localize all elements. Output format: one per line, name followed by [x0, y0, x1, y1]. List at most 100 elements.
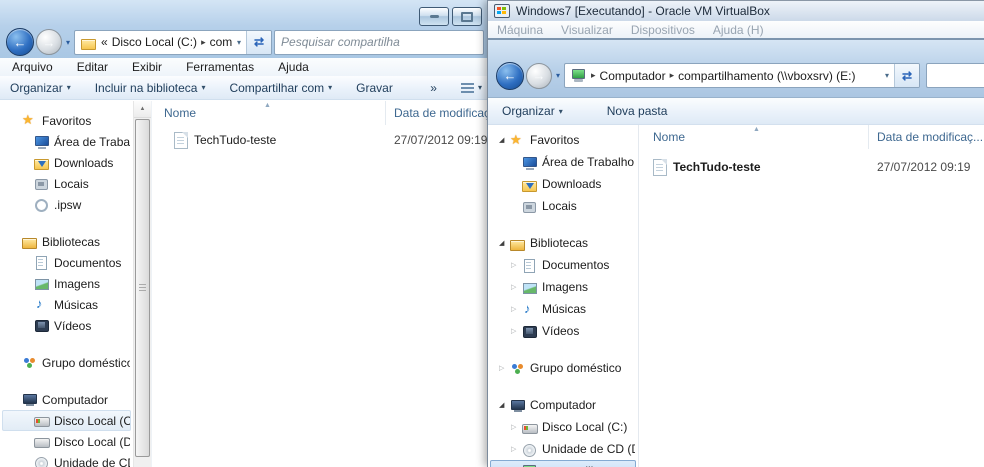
library-icon [510, 236, 526, 251]
explorer-window-host: ← → ▾ « Disco Local (C:) ▸ compartilhame… [0, 0, 490, 467]
expander-collapsed-icon[interactable]: ▷ [511, 261, 522, 269]
expander-expanded-icon[interactable]: ◢ [499, 401, 510, 409]
sidebar-item-rea-de-trabalho[interactable]: Área de Trabalho [2, 131, 131, 152]
scroll-up-button[interactable]: ▲ [134, 101, 151, 118]
sidebar-item-downloads[interactable]: Downloads [490, 173, 636, 195]
toolbar-overflow-button[interactable]: » [430, 81, 437, 95]
expander-expanded-icon[interactable]: ◢ [499, 136, 510, 144]
sidebar-item-documentos[interactable]: Documentos [2, 252, 131, 273]
maximize-button[interactable] [452, 7, 482, 26]
expander-collapsed-icon[interactable]: ▷ [511, 305, 522, 313]
chevron-down-icon: ▾ [201, 83, 206, 92]
history-dropdown-icon[interactable]: ▾ [556, 71, 560, 80]
sidebar-item-favoritos[interactable]: ◢ Favoritos [490, 129, 636, 151]
sidebar-item-disco-local-c[interactable]: ▷ Disco Local (C:) [490, 416, 636, 438]
address-dropdown-icon[interactable]: ▾ [232, 38, 246, 47]
sidebar-item-v-deos[interactable]: Vídeos [2, 315, 131, 336]
sidebar-item-v-deos[interactable]: ▷ Vídeos [490, 320, 636, 342]
history-dropdown-icon[interactable]: ▾ [66, 38, 70, 47]
breadcrumb-separator-icon: ▸ [669, 70, 675, 80]
expander-collapsed-icon[interactable]: ▷ [511, 423, 522, 431]
music-icon [522, 301, 538, 317]
sidebar-item-bibliotecas[interactable]: ◢ Bibliotecas [490, 232, 636, 254]
menu-ajuda[interactable]: Ajuda [278, 60, 309, 74]
desktop-icon [522, 155, 538, 170]
share-with-button[interactable]: Compartilhar com ▾ [229, 81, 332, 95]
expander-expanded-icon[interactable]: ◢ [499, 239, 510, 247]
sidebar-item-imagens[interactable]: ▷ Imagens [490, 276, 636, 298]
menu-arquivo[interactable]: Arquivo [12, 60, 53, 74]
search-input[interactable] [926, 63, 984, 88]
file-row[interactable]: TechTudo-teste 27/07/2012 09:19 [639, 157, 984, 177]
star-icon [22, 112, 38, 128]
vbox-menu-dispositivos[interactable]: Dispositivos [631, 23, 695, 37]
include-in-library-button[interactable]: Incluir na biblioteca ▾ [95, 81, 206, 95]
sidebar-item-rea-de-trabalho[interactable]: Área de Trabalho [490, 151, 636, 173]
vbox-menu-visualizar[interactable]: Visualizar [561, 23, 613, 37]
vbox-title-bar[interactable]: Windows7 [Executando] - Oracle VM Virtua… [488, 0, 984, 21]
menu-ferramentas[interactable]: Ferramentas [186, 60, 254, 74]
sidebar-item-label: Locais [54, 176, 89, 191]
sidebar-scrollbar[interactable]: ▲ [133, 101, 151, 467]
sidebar-item-grupo-dom-stico[interactable]: ▷ Grupo doméstico [490, 357, 636, 379]
views-icon [460, 82, 474, 93]
new-folder-button[interactable]: Nova pasta [607, 104, 668, 118]
breadcrumb-share[interactable]: compartilhamento (\\vboxsrv) (E:) [678, 69, 855, 83]
sidebar-item-computador[interactable]: ◢ Computador [490, 394, 636, 416]
refresh-button[interactable]: ⇄ [894, 64, 919, 87]
burn-button[interactable]: Gravar [356, 81, 393, 95]
sidebar-item-compartilhamento[interactable]: ▷compartilhamento ( [490, 460, 636, 467]
search-input[interactable]: Pesquisar compartilha [274, 29, 485, 55]
sidebar-item-documentos[interactable]: ▷ Documentos [490, 254, 636, 276]
menu-editar[interactable]: Editar [77, 60, 108, 74]
sidebar-item-locais[interactable]: Locais [490, 195, 636, 217]
navigation-pane: Favoritos Área de Trabalho Downloads Locais… [0, 101, 133, 467]
address-dropdown-icon[interactable]: ▾ [880, 71, 894, 80]
address-field[interactable]: « Disco Local (C:) ▸ compartilhamento ▾ … [74, 29, 273, 55]
expander-collapsed-icon[interactable]: ▷ [511, 283, 522, 291]
vbox-menu-maquina[interactable]: Máquina [497, 23, 543, 37]
sidebar-item-ipsw[interactable]: .ipsw [2, 194, 131, 215]
expander-collapsed-icon[interactable]: ▷ [511, 445, 522, 453]
sidebar-item-imagens[interactable]: Imagens [2, 273, 131, 294]
expander-collapsed-icon[interactable]: ▷ [499, 364, 510, 372]
address-field[interactable]: ▸ Computador ▸ compartilhamento (\\vboxs… [564, 63, 920, 88]
menu-exibir[interactable]: Exibir [132, 60, 162, 74]
homegroup-icon [510, 361, 526, 376]
column-header-date[interactable]: Data de modificaç... [386, 101, 490, 125]
sidebar-item-unidade-de-cd-d-v[interactable]: ▷ Unidade de CD (D:) V [490, 438, 636, 460]
breadcrumb-folder[interactable]: compartilhamento [210, 35, 232, 49]
sidebar-item-favoritos[interactable]: Favoritos [2, 110, 131, 131]
forward-button[interactable]: → [526, 62, 552, 89]
sidebar-item-m-sicas[interactable]: Músicas [2, 294, 131, 315]
back-button[interactable]: ← [6, 28, 34, 56]
sidebar-item-disco-local-c[interactable]: Disco Local (C:) [2, 410, 131, 431]
file-row[interactable]: TechTudo-teste 27/07/2012 09:19 [152, 130, 490, 150]
forward-button[interactable]: → [36, 29, 62, 55]
virtualbox-window: Windows7 [Executando] - Oracle VM Virtua… [487, 0, 984, 467]
breadcrumb-computer[interactable]: Computador [600, 69, 666, 83]
refresh-button[interactable]: ⇄ [246, 30, 272, 54]
chevron-down-icon: ▾ [558, 106, 563, 116]
sidebar-item-downloads[interactable]: Downloads [2, 152, 131, 173]
organize-button[interactable]: Organizar ▾ [10, 81, 71, 95]
sidebar-item-disco-local-d[interactable]: Disco Local (D:) [2, 431, 131, 452]
guest-address-bar: ← → ▾ ▸ Computador ▸ compartilhamento (\… [488, 40, 984, 98]
vbox-menu-ajuda[interactable]: Ajuda (H) [713, 23, 764, 37]
minimize-button[interactable] [419, 7, 449, 26]
expander-collapsed-icon[interactable]: ▷ [511, 327, 522, 335]
sidebar-item-grupo-dom-stico[interactable]: Grupo doméstico [2, 352, 131, 373]
search-placeholder: Pesquisar compartilha [281, 35, 400, 49]
scrollbar-thumb[interactable] [135, 119, 150, 457]
image-icon [34, 276, 50, 291]
sidebar-item-locais[interactable]: Locais [2, 173, 131, 194]
sidebar-item-m-sicas[interactable]: ▷ Músicas [490, 298, 636, 320]
change-view-button[interactable]: ▾ [460, 82, 482, 93]
column-header-date[interactable]: Data de modificaç... [869, 125, 984, 149]
sidebar-item-bibliotecas[interactable]: Bibliotecas [2, 231, 131, 252]
organize-button[interactable]: Organizar ▾ [502, 104, 563, 118]
back-button[interactable]: ← [496, 61, 524, 90]
sidebar-item-unidade-de-cd-f[interactable]: Unidade de CD (F [2, 452, 131, 467]
breadcrumb-drive[interactable]: Disco Local (C:) [112, 35, 197, 49]
sidebar-item-computador[interactable]: Computador [2, 389, 131, 410]
